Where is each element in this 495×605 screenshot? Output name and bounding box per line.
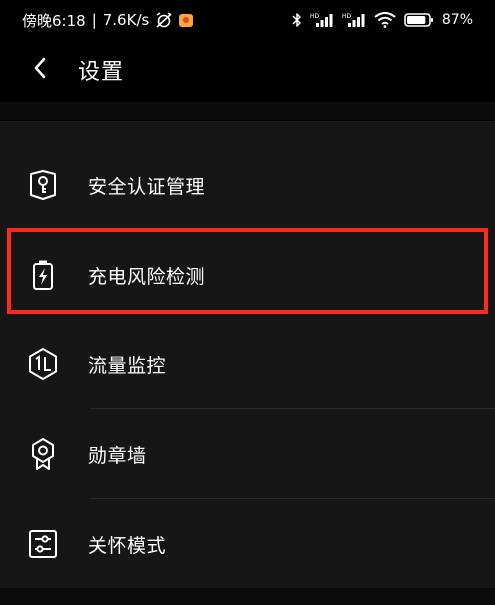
chevron-left-icon [32,56,48,84]
menu-item-label: 关怀模式 [88,534,167,557]
hd-label-2: HD [342,13,352,20]
battery-icon [404,12,434,28]
signal-hd-1-icon: HD [310,12,334,28]
shield-key-icon [24,166,62,204]
battery-percent: 87% [441,12,473,28]
menu-item-care-mode[interactable]: 关怀模式 [0,499,495,589]
bluetooth-icon [292,12,302,28]
wifi-icon [374,12,396,28]
sliders-icon [24,525,62,563]
battery-charging-icon [24,256,62,294]
status-bar-right: HD HD 87% [292,12,473,28]
menu-item-traffic-monitor[interactable]: 流量监控 [0,319,495,409]
medal-icon [24,435,62,473]
menu-item-label: 勋章墙 [88,444,147,467]
status-separator: | [91,11,97,29]
menu-item-label: 安全认证管理 [88,175,206,198]
menu-item-security-auth[interactable]: 安全认证管理 [0,140,495,230]
menu-item-charging-risk[interactable]: 充电风险检测 [0,230,495,320]
status-bar-left: 傍晚6:18 | 7.6K/s [22,10,194,31]
section-gap [0,102,495,120]
menu-item-medal-wall[interactable]: 勋章墙 [0,409,495,499]
settings-menu: 安全认证管理 充电风险检测 流量监控 勋章墙 关怀模式 [0,121,495,588]
signal-hd-2-icon: HD [342,12,366,28]
status-net-speed: 7.6K/s [102,11,150,29]
menu-item-label: 流量监控 [88,354,167,377]
back-button[interactable] [20,48,60,92]
menu-item-label: 充电风险检测 [88,265,206,288]
app-notification-icon [179,13,194,27]
traffic-hexagon-icon [24,345,62,383]
status-bar: 傍晚6:18 | 7.6K/s HD HD 87% [0,0,495,40]
header: 设置 [0,42,495,98]
page-title: 设置 [78,60,125,85]
alarm-off-icon [155,12,173,28]
hd-label-1: HD [310,13,320,20]
status-time: 傍晚6:18 [22,11,86,30]
bottom-gap [0,588,495,605]
